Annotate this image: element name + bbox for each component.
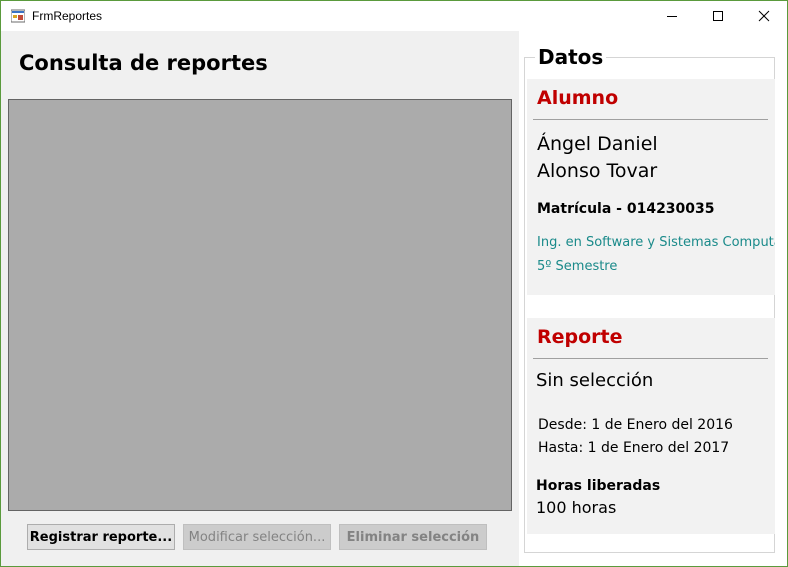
maximize-icon [713, 11, 723, 21]
report-section-title: Reporte [537, 326, 623, 348]
register-report-button[interactable]: Registrar reporte... [27, 524, 175, 550]
report-end-date: Hasta: 1 de Enero del 2017 [538, 440, 730, 456]
student-career: Ing. en Software y Sistemas Computaciona… [537, 235, 775, 250]
close-icon [758, 10, 770, 22]
minimize-icon [667, 16, 677, 17]
report-selection: Sin selección [536, 370, 654, 391]
page-title: Consulta de reportes [19, 51, 268, 75]
report-card: Reporte Sin selección Desde: 1 de Enero … [527, 318, 775, 534]
student-card: Alumno Ángel Daniel Alonso Tovar Matrícu… [527, 79, 775, 295]
datos-legend: Datos [535, 45, 607, 69]
maximize-button[interactable] [695, 1, 741, 31]
student-first-name: Ángel Daniel [537, 133, 658, 155]
hours-value: 100 horas [536, 498, 617, 517]
title-bar[interactable]: FrmReportes [1, 1, 787, 31]
student-semester: 5º Semestre [537, 259, 618, 274]
student-last-name: Alonso Tovar [537, 160, 658, 182]
delete-selection-button[interactable]: Eliminar selección [339, 524, 487, 550]
app-icon [11, 9, 25, 23]
minimize-button[interactable] [649, 1, 695, 31]
student-id: Matrícula - 014230035 [537, 201, 715, 217]
reports-grid[interactable] [8, 99, 512, 511]
student-section-title: Alumno [537, 87, 619, 109]
modify-selection-button[interactable]: Modificar selección... [183, 524, 331, 550]
window: FrmReportes Consulta de reportes Registr… [0, 0, 788, 567]
student-divider [533, 119, 768, 120]
reports-panel: Consulta de reportes Registrar reporte..… [1, 31, 519, 566]
window-title: FrmReportes [32, 9, 103, 23]
report-divider [533, 358, 768, 359]
hours-label: Horas liberadas [536, 478, 661, 494]
close-button[interactable] [741, 1, 787, 31]
report-start-date: Desde: 1 de Enero del 2016 [538, 417, 733, 433]
